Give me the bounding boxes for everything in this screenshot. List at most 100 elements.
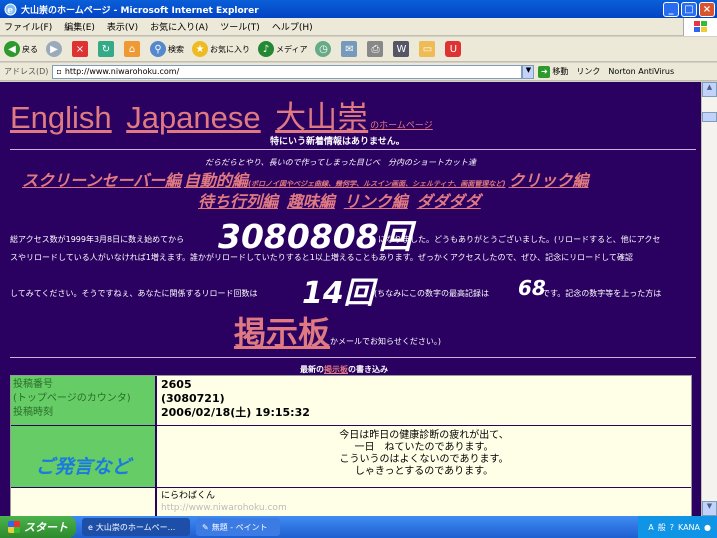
forward-arrow-icon: ▶ (46, 41, 62, 57)
windows-flag-icon (683, 17, 717, 36)
latest-bbs-link[interactable]: 掲示板 (324, 365, 348, 374)
folder-button[interactable]: ▭ (419, 41, 437, 57)
taskbar-item-ie[interactable]: e 大山崇のホームペー... (82, 518, 190, 536)
ie-logo-icon: e (4, 3, 17, 16)
history-button[interactable]: ◷ (315, 41, 333, 57)
english-link[interactable]: English (10, 100, 112, 135)
reload-count: 14回 (302, 276, 374, 311)
menu-help[interactable]: ヘルプ(H) (272, 20, 313, 33)
taskbar-item-paint[interactable]: ✎ 無題 - ペイント (196, 518, 280, 536)
menu-bar: ファイル(F) 編集(E) 表示(V) お気に入り(A) ツール(T) ヘルプ(… (0, 17, 717, 36)
refresh-button[interactable]: ↻ (98, 41, 116, 57)
post-author-url[interactable]: http://www.niwarohoku.com (161, 502, 687, 514)
page-icon: ▫ (56, 67, 62, 76)
stop-icon: × (72, 41, 88, 57)
screensaver-link[interactable]: スクリーンセーバー編 (22, 171, 181, 190)
japanese-link[interactable]: Japanese (126, 100, 260, 135)
site-name-link[interactable]: 大山崇 (275, 100, 368, 135)
star-icon: ★ (192, 41, 208, 57)
link-page-link[interactable]: リンク編 (344, 192, 408, 211)
go-arrow-icon: ➜ (538, 65, 551, 78)
home-button[interactable]: ⌂ (124, 41, 142, 57)
menu-edit[interactable]: 編集(E) (64, 20, 95, 33)
edit-button[interactable]: W (393, 41, 411, 57)
norton-button[interactable]: Norton AntiVirus (608, 67, 674, 76)
scroll-down-button[interactable]: ▼ (702, 501, 717, 516)
print-icon: ⎙ (367, 41, 384, 57)
vertical-scrollbar[interactable]: ▲ ▼ (701, 82, 717, 516)
scroll-up-button[interactable]: ▲ (702, 82, 717, 97)
search-button[interactable]: ⚲ 検索 (150, 41, 184, 57)
media-icon: ♪ (258, 41, 274, 57)
empty-cell (11, 488, 155, 516)
start-button[interactable]: スタート (0, 516, 76, 538)
post-counter-label: (トップページのカウンタ) (13, 393, 131, 404)
messenger-button[interactable]: U (445, 41, 463, 57)
click-link[interactable]: クリック編 (508, 171, 588, 190)
close-button[interactable]: × (699, 1, 715, 17)
post-signature: にらわばくん http://www.niwarohoku.com (155, 488, 691, 516)
title-bar: e 大山崇のホームページ - Microsoft Internet Explor… (0, 0, 717, 18)
reload-explanation: スやリロードしている人がいなければ1増えます。誰かがリロードしていたりすると1以… (10, 253, 633, 262)
comment-label: ご発言など (11, 426, 155, 487)
reload-prefix: してみてください。そうですねぇ、あなたに関係するリロード回数は (10, 289, 258, 298)
home-icon: ⌂ (124, 41, 140, 57)
reload-row: してみてください。そうですねぇ、あなたに関係するリロード回数は 14回 (ちなみ… (10, 268, 700, 311)
stop-button[interactable]: × (72, 41, 90, 57)
windows-logo-icon (8, 521, 20, 533)
maximize-button[interactable]: □ (681, 1, 697, 17)
window-title: 大山崇のホームページ - Microsoft Internet Explorer (21, 5, 259, 16)
post-body-row: ご発言など 今日は昨日の健康診断の疲れが出て、 一日 ねていたのであります。 こ… (11, 426, 691, 488)
post-number: 2605 (161, 378, 192, 391)
print-button[interactable]: ⎙ (367, 41, 385, 57)
bbs-row: 掲示板かメールでお知らせください。) (234, 308, 441, 354)
ime-help[interactable]: ? (670, 523, 674, 532)
bbs-post-table: 投稿番号 (トップページのカウンタ) 投稿時刻 2605 (3080721) 2… (10, 375, 692, 516)
go-button[interactable]: ➜ 移動 (538, 65, 568, 78)
history-icon: ◷ (315, 41, 332, 57)
refresh-icon: ↻ (98, 41, 114, 57)
folder-icon: ▭ (419, 41, 436, 57)
divider (10, 149, 696, 150)
ime-mode[interactable]: A (648, 523, 653, 532)
jidou-sub-link[interactable]: (ボロノイ図やベジェ曲線、幾何学、ルスイン画面、シェルティナ、画面管理など) (248, 180, 506, 188)
edit-icon: W (393, 41, 410, 57)
back-button[interactable]: ◀ 戻る (4, 41, 38, 57)
messenger-icon: U (445, 41, 462, 57)
reload-suffix: です。記念の数字等を上った方は (542, 289, 662, 298)
homepage-link[interactable]: のホームページ (370, 120, 433, 130)
hobby-link[interactable]: 趣味編 (287, 192, 335, 211)
bbs-link[interactable]: 掲示板 (234, 314, 330, 352)
favorites-button[interactable]: ★ お気に入り (192, 41, 250, 57)
links-button[interactable]: リンク (576, 66, 600, 77)
media-button[interactable]: ♪ メディア (258, 41, 307, 57)
menu-favorites[interactable]: お気に入り(A) (150, 20, 208, 33)
toolbar: ◀ 戻る ▶ × ↻ ⌂ ⚲ 検索 ★ お気に入り ♪ メディア ◷ ✉ ⎙ W… (0, 37, 717, 62)
search-icon: ⚲ (150, 41, 166, 57)
nav-row-2: 待ち行列編 趣味編 リンク編 ダダダダ (198, 188, 487, 212)
back-arrow-icon: ◀ (4, 41, 20, 57)
ime-input[interactable]: 般 (658, 522, 666, 533)
menu-view[interactable]: 表示(V) (107, 20, 138, 33)
menu-file[interactable]: ファイル(F) (4, 20, 52, 33)
paint-task-icon: ✎ (202, 522, 209, 532)
dadada-link[interactable]: ダダダダ (417, 192, 481, 211)
minimize-button[interactable]: _ (663, 1, 679, 17)
post-meta-values: 2605 (3080721) 2006/02/18(土) 19:15:32 (155, 376, 691, 425)
scroll-thumb[interactable] (702, 112, 717, 122)
forward-button[interactable]: ▶ (46, 41, 64, 57)
site-title: English Japanese 大山崇 のホームページ (10, 92, 433, 137)
post-body: 今日は昨日の健康診断の疲れが出て、 一日 ねていたのであります。 こういうのはよ… (155, 426, 691, 487)
menu-tools[interactable]: ツール(T) (220, 20, 260, 33)
counter-suffix: になりました。どうもありがとうございました。(リロードすると、他にアクセ (378, 235, 661, 244)
address-input[interactable]: ▫ http://www.niwarohoku.com/ (52, 64, 523, 79)
post-author: にらわばくん (161, 491, 216, 501)
address-dropdown[interactable]: ▼ (522, 64, 535, 79)
matrix-link[interactable]: 待ち行列編 (198, 192, 278, 211)
post-time-label: 投稿時刻 (13, 407, 53, 418)
latest-posts-heading: 最新の掲示板の書き込み (300, 365, 388, 374)
ime-kana[interactable]: KANA (678, 523, 700, 532)
mail-button[interactable]: ✉ (341, 41, 359, 57)
ie-task-icon: e (88, 522, 93, 532)
tray-status-icon: ● (704, 522, 711, 532)
